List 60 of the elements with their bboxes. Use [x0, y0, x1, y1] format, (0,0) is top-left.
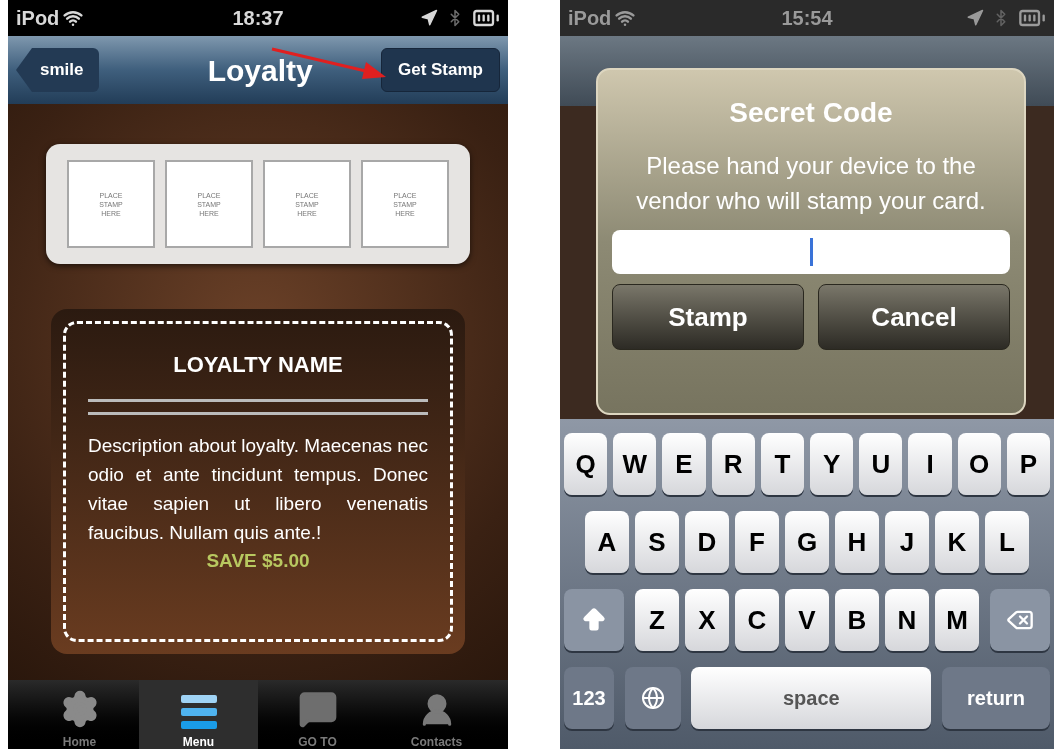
keyboard-key[interactable]: E	[662, 433, 706, 495]
clock: 15:54	[781, 6, 833, 31]
globe-key[interactable]	[624, 667, 681, 729]
location-icon	[966, 9, 984, 27]
keyboard-key[interactable]: D	[685, 511, 729, 573]
menu-icon	[180, 695, 217, 729]
speech-bubble-icon	[297, 689, 338, 729]
loyalty-title: LOYALTY NAME	[172, 351, 344, 379]
shift-key[interactable]	[564, 589, 624, 651]
screen-title: Loyalty	[207, 52, 313, 89]
keyboard-key[interactable]: O	[957, 433, 1001, 495]
return-key[interactable]: return	[941, 667, 1050, 729]
numbers-key[interactable]: 123	[564, 667, 614, 729]
keyboard-key[interactable]: V	[785, 589, 829, 651]
keyboard-key[interactable]: C	[735, 589, 779, 651]
keyboard-key[interactable]: N	[885, 589, 929, 651]
keyboard-key[interactable]: A	[585, 511, 629, 573]
keyboard-key[interactable]: G	[785, 511, 829, 573]
text-cursor	[809, 238, 813, 266]
keyboard-key[interactable]: F	[735, 511, 779, 573]
keyboard-key[interactable]: J	[885, 511, 929, 573]
keyboard-key[interactable]: I	[908, 433, 952, 495]
dialog-button[interactable]: Cancel	[818, 284, 1010, 350]
carrier-label: iPod	[16, 6, 60, 31]
space-key[interactable]: space	[691, 667, 932, 729]
wifi-icon	[615, 8, 636, 28]
offer-text: SAVE $5.00	[205, 549, 311, 573]
keyboard-key[interactable]: Z	[635, 589, 679, 651]
shift-icon	[580, 606, 608, 634]
dialog-title: Secret Code	[729, 96, 893, 130]
loyalty-description: Description about loyalty. Maecenas nec odio et ante tincidunt tempus. Donec vitae sapien ut libero venenatis faucibus. Nullam quis ante.!	[88, 434, 428, 545]
globe-icon	[640, 686, 665, 710]
keyboard-key[interactable]: H	[835, 511, 879, 573]
code-input-field[interactable]	[612, 230, 1010, 274]
keyboard-key[interactable]: U	[859, 433, 903, 495]
dialog-message: Please hand your device to the vendor who will stamp your card.	[635, 151, 987, 216]
keyboard-key[interactable]: X	[685, 589, 729, 651]
keyboard-key[interactable]: S	[635, 511, 679, 573]
keyboard-key[interactable]: Y	[810, 433, 854, 495]
back-button[interactable]: smile	[16, 48, 100, 92]
carrier-label: iPod	[568, 6, 612, 31]
tab-item[interactable]: GO TO	[258, 680, 377, 749]
keyboard-key[interactable]: W	[613, 433, 657, 495]
keyboard-key[interactable]: T	[760, 433, 804, 495]
dialog-button[interactable]: Stamp	[612, 284, 804, 350]
keyboard-key[interactable]: K	[935, 511, 979, 573]
keyboard-key[interactable]: R	[711, 433, 755, 495]
keyboard-key[interactable]: P	[1006, 433, 1050, 495]
tab-item[interactable]: Home	[20, 680, 139, 749]
tab-item[interactable]: Menu	[139, 680, 258, 749]
keyboard-key[interactable]: M	[935, 589, 979, 651]
wifi-icon	[63, 8, 84, 28]
keyboard-key[interactable]: B	[835, 589, 879, 651]
location-icon	[420, 9, 438, 27]
delete-key[interactable]	[990, 589, 1050, 651]
clock: 18:37	[232, 6, 284, 31]
keyboard-key[interactable]: L	[985, 511, 1029, 573]
get-stamp-button[interactable]: Get Stamp	[380, 48, 500, 92]
keyboard-key[interactable]: Q	[564, 433, 608, 495]
tab-item[interactable]: Contacts	[377, 680, 496, 749]
